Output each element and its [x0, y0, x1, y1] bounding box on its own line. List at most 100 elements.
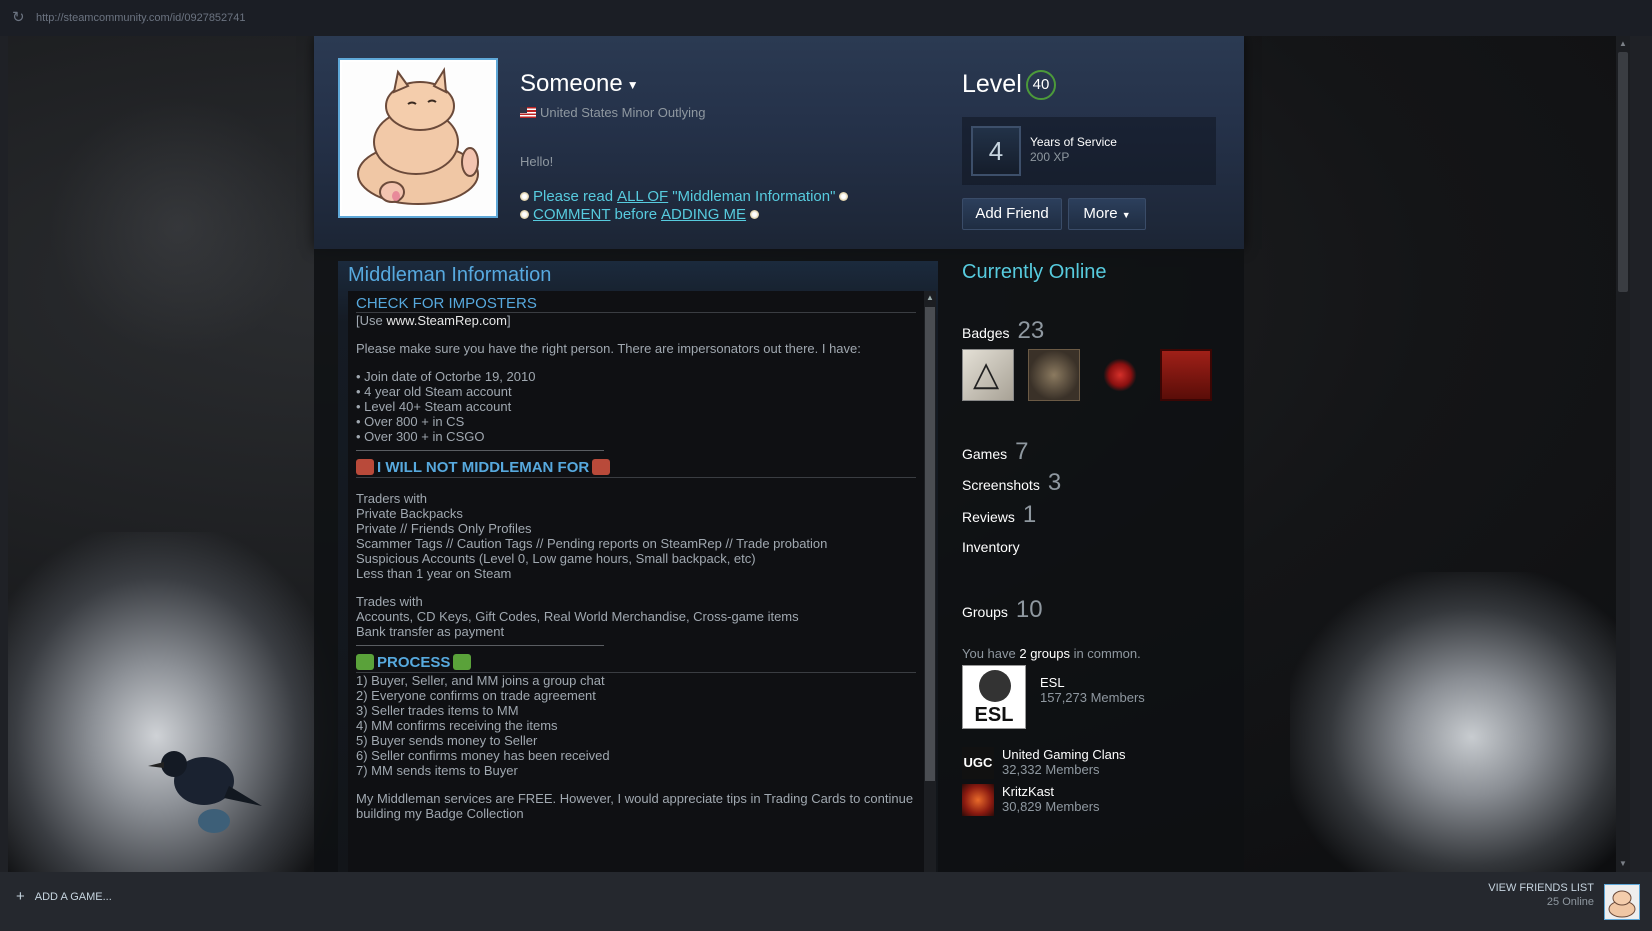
badge-name: Years of Service — [1030, 135, 1117, 149]
group-item[interactable]: UGC United Gaming Clans 32,332 Members — [962, 747, 1126, 779]
list-item: 4) MM confirms receiving the items — [356, 718, 558, 733]
list-item: Less than 1 year on Steam — [356, 566, 512, 581]
list-item: Private // Friends Only Profiles — [356, 521, 532, 536]
thumbs-down-icon — [592, 459, 611, 475]
list-item: 7) MM sends items to Buyer — [356, 763, 518, 778]
list-item: Traders with — [356, 491, 428, 506]
list-item: 5) Buyer sends money to Seller — [356, 733, 538, 748]
esl-group-avatar[interactable]: ESL — [962, 665, 1026, 729]
showcase-scrollbar[interactable]: ▲ — [924, 291, 936, 872]
group-name[interactable]: ESL — [1040, 675, 1145, 690]
triangle-badge-icon[interactable]: △ — [962, 349, 1014, 401]
group-item[interactable]: KritzKast 30,829 Members — [962, 784, 1100, 816]
group-name[interactable]: KritzKast — [1002, 784, 1100, 799]
robot-badge-icon[interactable] — [1160, 349, 1212, 401]
badges-stat[interactable]: Badges 23 — [962, 317, 1044, 345]
background-smoke — [48, 96, 308, 356]
adding-me-link[interactable]: ADDING ME — [661, 206, 746, 223]
check-imposters-heading: CHECK FOR IMPOSTERS — [356, 296, 916, 313]
scroll-up-icon[interactable]: ▲ — [1618, 38, 1628, 50]
list-item: Trades with — [356, 594, 423, 609]
groups-in-common: You have 2 groups in common. — [962, 646, 1141, 661]
screenshots-stat[interactable]: Screenshots 3 — [962, 469, 1061, 497]
view-friends-list-button[interactable]: VIEW FRIENDS LIST 25 Online — [1488, 882, 1594, 908]
favorite-badge[interactable]: 4 Years of Service 200 XP — [962, 117, 1216, 185]
list-item: 3) Seller trades items to MM — [356, 703, 519, 718]
group-members: 30,829 Members — [1002, 799, 1100, 814]
thumbs-down-icon — [356, 459, 374, 475]
star-bullet-icon — [750, 210, 760, 219]
divider — [356, 450, 604, 451]
caret-down-icon[interactable]: ▼ — [627, 78, 639, 92]
add-game-button[interactable]: + ADD A GAME... — [16, 888, 112, 905]
scroll-down-icon[interactable]: ▼ — [1618, 858, 1628, 870]
thumbs-up-icon — [453, 654, 472, 670]
level-label: Level — [962, 70, 1022, 98]
online-status: Currently Online — [962, 261, 1107, 283]
ugc-group-avatar[interactable]: UGC — [962, 747, 994, 779]
use-steamrep-line: [Use www.SteamRep.com] — [356, 313, 511, 328]
profile-header: Someone ▼ United States Minor Outlying He… — [314, 36, 1244, 249]
info-line-2: COMMENT before ADDING ME — [520, 206, 760, 223]
footer-text: building my Badge Collection — [356, 806, 524, 821]
devil-badge-icon[interactable] — [1094, 349, 1146, 401]
profile-sidebar: Currently Online Badges 23 △ Games 7 Scr… — [962, 249, 1222, 872]
group-name[interactable]: United Gaming Clans — [1002, 747, 1126, 762]
cat-avatar-image — [357, 66, 479, 205]
profile-summary: Hello! — [520, 154, 554, 169]
middleman-showcase: Middleman Information CHECK FOR IMPOSTER… — [338, 261, 938, 872]
scroll-up-icon[interactable]: ▲ — [925, 293, 935, 302]
info-line-1: Please read ALL OF "Middleman Informatio… — [520, 188, 849, 205]
scroll-thumb[interactable] — [1618, 52, 1628, 292]
steamrep-link[interactable]: www.SteamRep.com — [386, 313, 507, 328]
esl-logo-icon — [979, 670, 1011, 702]
showcase-title: Middleman Information — [348, 264, 552, 286]
will-not-heading: I WILL NOT MIDDLEMAN FOR — [356, 459, 916, 478]
plus-icon: + — [16, 888, 25, 905]
profile-avatar[interactable] — [338, 58, 498, 218]
cat-avatar-image — [1608, 890, 1636, 918]
level-badge[interactable]: 40 — [1026, 70, 1056, 100]
years-of-service-icon: 4 — [971, 126, 1021, 176]
impersonators-text: Please make sure you have the right pers… — [356, 341, 861, 356]
list-item: 2) Everyone confirms on trade agreement — [356, 688, 596, 703]
persona-name[interactable]: Someone ▼ — [520, 70, 639, 98]
reviews-stat[interactable]: Reviews 1 — [962, 501, 1036, 529]
list-item: 6) Seller confirms money has been receiv… — [356, 748, 610, 763]
list-item: Suspicious Accounts (Level 0, Low game h… — [356, 551, 756, 566]
list-item: Bank transfer as payment — [356, 624, 505, 639]
caret-down-icon: ▼ — [1121, 210, 1131, 220]
address-bar: ↻ http://steamcommunity.com/id/092785274… — [0, 0, 1652, 36]
user-avatar[interactable] — [1604, 884, 1640, 920]
list-item: • 4 year old Steam account — [356, 384, 512, 399]
inventory-link[interactable]: Inventory — [962, 539, 1020, 555]
comment-link[interactable]: COMMENT — [533, 206, 611, 223]
add-friend-button[interactable]: Add Friend — [962, 198, 1062, 230]
more-button[interactable]: More ▼ — [1068, 198, 1146, 230]
dragon-badge-icon[interactable] — [1028, 349, 1080, 401]
list-item: • Over 800 + in CS — [356, 414, 465, 429]
background-right-art — [1290, 572, 1620, 872]
all-of-link[interactable]: ALL OF — [617, 188, 668, 205]
group-item[interactable]: ESL ESL 157,273 Members — [962, 665, 1145, 729]
steam-bottom-bar: + ADD A GAME... VIEW FRIENDS LIST 25 Onl… — [0, 872, 1652, 931]
list-item: Accounts, CD Keys, Gift Codes, Real Worl… — [356, 609, 799, 624]
scroll-thumb[interactable] — [925, 307, 935, 781]
kritzkast-group-avatar[interactable] — [962, 784, 994, 816]
list-item: • Over 300 + in CSGO — [356, 429, 485, 444]
group-members: 32,332 Members — [1002, 762, 1100, 777]
games-stat[interactable]: Games 7 — [962, 438, 1028, 466]
showcase-content: CHECK FOR IMPOSTERS [Use www.SteamRep.co… — [348, 291, 924, 872]
flag-icon — [520, 107, 536, 118]
thumbs-up-icon — [356, 654, 374, 670]
badges-row: △ — [962, 349, 1212, 401]
groups-stat[interactable]: Groups 10 — [962, 596, 1043, 624]
page-scrollbar[interactable]: ▲ ▼ — [1616, 36, 1630, 872]
divider — [356, 645, 604, 646]
url-text[interactable]: http://steamcommunity.com/id/0927852741 — [36, 12, 246, 24]
star-bullet-icon — [520, 210, 529, 219]
friends-online-count: 25 Online — [1546, 896, 1594, 908]
star-bullet-icon — [520, 192, 529, 201]
refresh-icon[interactable]: ↻ — [12, 10, 28, 26]
page-viewport: Someone ▼ United States Minor Outlying He… — [8, 36, 1630, 872]
